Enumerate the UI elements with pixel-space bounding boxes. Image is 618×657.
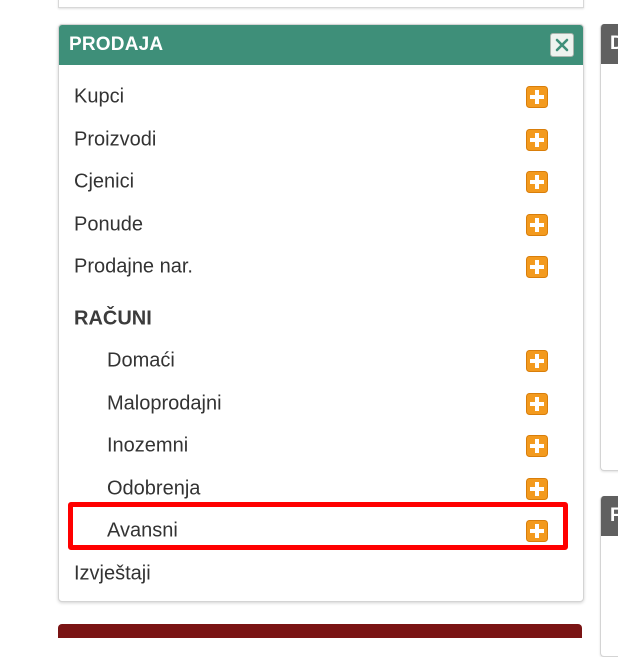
menu-item-label: Prodajne nar. [74, 255, 193, 278]
menu-item-label: Avansni [107, 519, 178, 542]
menu-item-label: Kupci [74, 85, 125, 108]
side-panel-bottom-header: F [601, 496, 618, 536]
menu-item-label: Ponude [74, 213, 143, 236]
menu-item-label: Proizvodi [74, 128, 157, 151]
section-heading-label: RAČUNI [74, 307, 152, 330]
panel-header: PRODAJA [59, 25, 583, 65]
add-plus-icon[interactable] [526, 520, 548, 542]
side-panel-top-header: D [601, 24, 618, 64]
menu-item-label: Domaći [107, 349, 175, 372]
menu-item-izvjestaji[interactable]: Izvještaji [59, 557, 583, 591]
add-plus-icon[interactable] [526, 129, 548, 151]
menu-item-label: Inozemni [107, 434, 189, 457]
menu-item-avansni[interactable]: Avansni [59, 514, 583, 548]
add-plus-icon[interactable] [526, 171, 548, 193]
menu-item-maloprodajni[interactable]: Maloprodajni [59, 387, 583, 421]
panel-title: PRODAJA [69, 34, 164, 55]
side-panel-top: D [600, 24, 618, 471]
menu-item-prodajne-nar[interactable]: Prodajne nar. [59, 250, 583, 284]
side-panel-bottom: F [600, 496, 618, 657]
prodaja-panel: PRODAJA Kupci Proizvodi Cjenici Ponude P… [58, 24, 584, 602]
previous-panel-edge [58, 0, 584, 8]
menu-item-cjenici[interactable]: Cjenici [59, 165, 583, 199]
add-plus-icon[interactable] [526, 393, 548, 415]
menu-item-odobrenja[interactable]: Odobrenja [59, 472, 583, 506]
add-plus-icon[interactable] [526, 256, 548, 278]
add-plus-icon[interactable] [526, 86, 548, 108]
menu-item-label: Odobrenja [107, 477, 201, 500]
menu-item-label: Izvještaji [74, 562, 151, 585]
add-plus-icon[interactable] [526, 214, 548, 236]
menu-item-kupci[interactable]: Kupci [59, 80, 583, 114]
menu-item-ponude[interactable]: Ponude [59, 208, 583, 242]
menu-item-domaci[interactable]: Domaći [59, 344, 583, 378]
next-panel-header [58, 624, 582, 638]
section-heading-racuni: RAČUNI [59, 302, 583, 336]
menu-item-label: Maloprodajni [107, 392, 222, 415]
menu-item-proizvodi[interactable]: Proizvodi [59, 123, 583, 157]
add-plus-icon[interactable] [526, 350, 548, 372]
menu-item-inozemni[interactable]: Inozemni [59, 429, 583, 463]
menu-item-label: Cjenici [74, 170, 135, 193]
add-plus-icon[interactable] [526, 478, 548, 500]
close-icon[interactable] [550, 33, 574, 57]
add-plus-icon[interactable] [526, 435, 548, 457]
